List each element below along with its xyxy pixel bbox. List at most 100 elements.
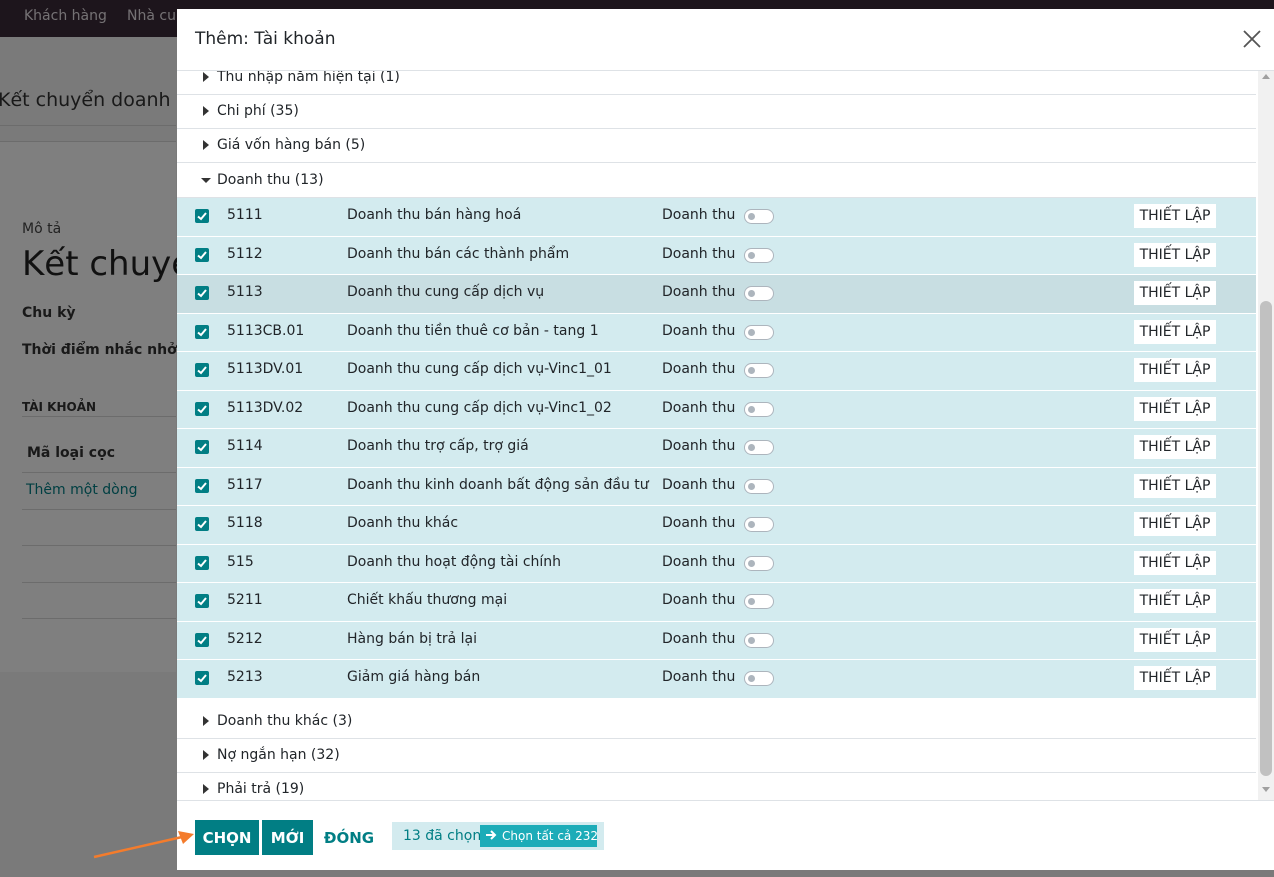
account-code: 5111 bbox=[227, 207, 263, 223]
checkbox-checked-icon[interactable] bbox=[195, 401, 209, 416]
account-type: Doanh thu bbox=[662, 207, 736, 223]
scrollbar-thumb[interactable] bbox=[1260, 301, 1272, 776]
account-code: 5213 bbox=[227, 669, 263, 685]
setup-button[interactable]: THIẾT LẬP bbox=[1134, 627, 1216, 652]
account-type: Doanh thu bbox=[662, 399, 736, 416]
group-row-other-revenue[interactable]: Doanh thu khác (3) bbox=[177, 705, 1256, 739]
setup-button[interactable]: THIẾT LẬP bbox=[1134, 204, 1216, 228]
checkbox-checked-icon[interactable] bbox=[195, 440, 209, 454]
account-code: 5113DV.01 bbox=[227, 361, 304, 377]
toggle-switch[interactable] bbox=[744, 324, 774, 340]
toggle-knob bbox=[748, 521, 755, 528]
account-code: 5112 bbox=[227, 245, 263, 262]
group-row-payables[interactable]: Phải trả (19) bbox=[177, 773, 1256, 800]
group-row-revenue[interactable]: Doanh thu (13) bbox=[177, 164, 1256, 198]
group-row-expenses[interactable]: Chi phí (35) bbox=[177, 95, 1256, 129]
group-label: Thu nhập năm hiện tại (1) bbox=[217, 71, 400, 85]
checkbox-checked-icon[interactable] bbox=[195, 286, 209, 300]
account-type: Doanh thu bbox=[662, 284, 736, 300]
selected-count: 13 đã chọn bbox=[403, 828, 482, 844]
record-row[interactable]: 5113DV.02 Doanh thu cung cấp dịch vụ-Vinc… bbox=[177, 390, 1256, 429]
setup-button[interactable]: THIẾT LẬP bbox=[1134, 319, 1216, 344]
selection-info: 13 đã chọn Chọn tất cả 232 bbox=[392, 822, 604, 850]
record-row[interactable]: 515 Doanh thu hoạt động tài chính Doanh th… bbox=[177, 544, 1256, 583]
record-row[interactable]: 5213 Giảm giá hàng bán Doanh thu THIẾT LẬP bbox=[177, 660, 1256, 699]
arrow-right-icon bbox=[486, 830, 497, 840]
toggle-switch[interactable] bbox=[744, 286, 774, 301]
checkbox-checked-icon[interactable] bbox=[195, 555, 209, 570]
checkbox-checked-icon[interactable] bbox=[195, 478, 209, 493]
account-code: 5113CB.01 bbox=[227, 322, 305, 339]
toggle-switch[interactable] bbox=[744, 247, 774, 263]
account-code: 5211 bbox=[227, 592, 263, 608]
toggle-switch[interactable] bbox=[744, 440, 774, 455]
setup-button[interactable]: THIẾT LẬP bbox=[1134, 281, 1216, 305]
record-row[interactable]: 5117 Doanh thu kinh doanh bất động sản đầ… bbox=[177, 467, 1256, 506]
account-name: Doanh thu bán các thành phẩm bbox=[347, 245, 570, 262]
checkbox-checked-icon[interactable] bbox=[195, 632, 209, 647]
new-button[interactable]: MỚI bbox=[262, 820, 313, 855]
toggle-switch[interactable] bbox=[744, 478, 774, 494]
toggle-switch[interactable] bbox=[744, 632, 774, 648]
record-row[interactable]: 5114 Doanh thu trợ cấp, trợ giá Doanh thu T… bbox=[177, 429, 1256, 468]
checkbox-checked-icon[interactable] bbox=[195, 363, 209, 377]
group-row-cost-of-goods[interactable]: Giá vốn hàng bán (5) bbox=[177, 129, 1256, 163]
toggle-switch[interactable] bbox=[744, 363, 774, 378]
setup-button[interactable]: THIẾT LẬP bbox=[1134, 666, 1216, 690]
record-row[interactable]: 5112 Doanh thu bán các thành phẩm Doanh th… bbox=[177, 236, 1256, 275]
setup-button[interactable]: THIẾT LẬP bbox=[1134, 512, 1216, 536]
toggle-switch[interactable] bbox=[744, 209, 774, 224]
checkbox-checked-icon[interactable] bbox=[195, 671, 209, 685]
record-row[interactable]: 5113DV.01 Doanh thu cung cấp dịch vụ-Vinc… bbox=[177, 352, 1256, 391]
toggle-switch[interactable] bbox=[744, 671, 774, 686]
toggle-knob bbox=[748, 290, 755, 297]
scroll-up-arrow-icon[interactable] bbox=[1262, 74, 1270, 79]
setup-button[interactable]: THIẾT LẬP bbox=[1134, 358, 1216, 382]
select-all-label: Chọn tất cả 232 bbox=[502, 829, 598, 843]
setup-button[interactable]: THIẾT LẬP bbox=[1134, 435, 1216, 459]
record-row[interactable]: 5113CB.01 Doanh thu tiền thuê cơ bản - ta… bbox=[177, 313, 1256, 352]
account-name: Doanh thu tiền thuê cơ bản - tang 1 bbox=[347, 322, 599, 339]
account-code: 515 bbox=[227, 553, 254, 570]
setup-button[interactable]: THIẾT LẬP bbox=[1134, 473, 1216, 498]
setup-button[interactable]: THIẾT LẬP bbox=[1134, 242, 1216, 267]
setup-button[interactable]: THIẾT LẬP bbox=[1134, 396, 1216, 421]
account-name: Giảm giá hàng bán bbox=[347, 669, 481, 685]
group-row-current-year-income[interactable]: Thu nhập năm hiện tại (1) bbox=[177, 71, 1256, 95]
record-row[interactable]: 5211 Chiết khấu thương mại Doanh thu THIẾT … bbox=[177, 583, 1256, 622]
close-button[interactable]: ĐÓNG bbox=[319, 820, 379, 855]
record-row[interactable]: 5118 Doanh thu khác Doanh thu THIẾT LẬP bbox=[177, 506, 1256, 545]
scroll-down-arrow-icon[interactable] bbox=[1262, 787, 1270, 792]
account-type: Doanh thu bbox=[662, 438, 736, 454]
record-row[interactable]: 5111 Doanh thu bán hàng hoá Doanh thu THIẾT… bbox=[177, 198, 1256, 237]
record-row[interactable]: 5212 Hàng bán bị trả lại Doanh thu THIẾT LẬ… bbox=[177, 621, 1256, 660]
toggle-switch[interactable] bbox=[744, 555, 774, 571]
checkbox-checked-icon[interactable] bbox=[195, 247, 209, 262]
record-row[interactable]: 5113 Doanh thu cung cấp dịch vụ Doanh thu T… bbox=[177, 275, 1256, 314]
checkbox-checked-icon[interactable] bbox=[195, 209, 209, 223]
checkbox-checked-icon[interactable] bbox=[195, 517, 209, 531]
setup-button[interactable]: THIẾT LẬP bbox=[1134, 589, 1216, 613]
caret-right-icon bbox=[203, 784, 209, 794]
toggle-knob bbox=[748, 405, 755, 413]
setup-button[interactable]: THIẾT LẬP bbox=[1134, 550, 1216, 575]
caret-down-icon bbox=[201, 178, 211, 183]
group-label: Chi phí (35) bbox=[217, 103, 299, 119]
toggle-knob bbox=[748, 367, 755, 374]
account-code: 5212 bbox=[227, 630, 263, 647]
account-name: Doanh thu cung cấp dịch vụ-Vinc1_01 bbox=[347, 361, 612, 377]
caret-right-icon bbox=[203, 140, 209, 150]
toggle-switch[interactable] bbox=[744, 594, 774, 609]
checkbox-checked-icon[interactable] bbox=[195, 594, 209, 608]
account-code: 5118 bbox=[227, 515, 263, 531]
checkbox-checked-icon[interactable] bbox=[195, 324, 209, 339]
account-code: 5114 bbox=[227, 438, 263, 454]
select-button[interactable]: CHỌN bbox=[195, 820, 259, 855]
select-all-button[interactable]: Chọn tất cả 232 bbox=[480, 825, 598, 847]
close-icon[interactable] bbox=[1241, 28, 1263, 50]
toggle-switch[interactable] bbox=[744, 517, 774, 532]
toggle-switch[interactable] bbox=[744, 401, 774, 417]
account-name: Doanh thu bán hàng hoá bbox=[347, 207, 522, 223]
group-row-short-term-debt[interactable]: Nợ ngắn hạn (32) bbox=[177, 739, 1256, 773]
dialog-header: Thêm: Tài khoản bbox=[177, 9, 1274, 71]
